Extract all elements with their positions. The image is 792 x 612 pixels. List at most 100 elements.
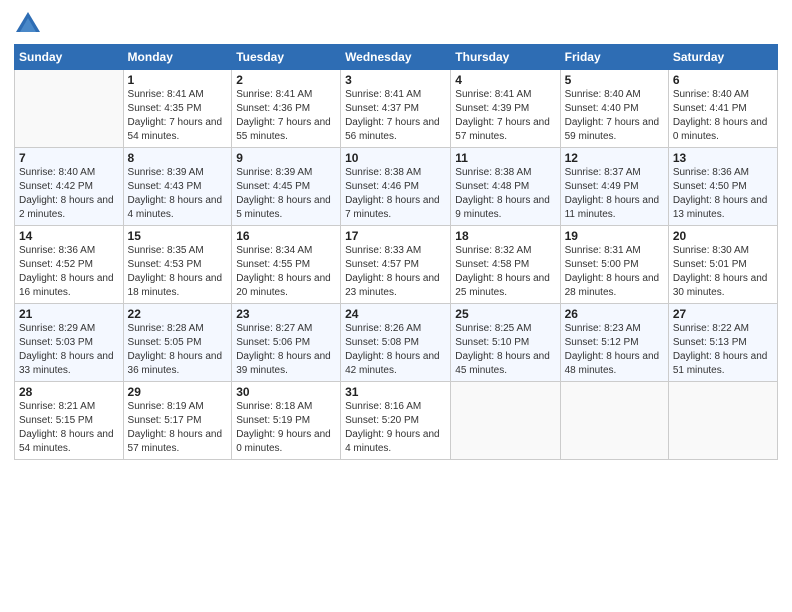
day-info: Sunrise: 8:19 AMSunset: 5:17 PMDaylight:… [128, 400, 228, 456]
calendar-day-header: Sunday [15, 45, 124, 70]
day-info: Sunrise: 8:33 AMSunset: 4:57 PMDaylight:… [345, 244, 446, 300]
day-info: Sunrise: 8:18 AMSunset: 5:19 PMDaylight:… [236, 400, 336, 456]
day-number: 10 [345, 151, 446, 165]
calendar-cell: 7Sunrise: 8:40 AMSunset: 4:42 PMDaylight… [15, 148, 124, 226]
calendar-cell: 26Sunrise: 8:23 AMSunset: 5:12 PMDayligh… [560, 304, 668, 382]
calendar-cell: 12Sunrise: 8:37 AMSunset: 4:49 PMDayligh… [560, 148, 668, 226]
day-info: Sunrise: 8:37 AMSunset: 4:49 PMDaylight:… [565, 166, 664, 222]
calendar-cell: 19Sunrise: 8:31 AMSunset: 5:00 PMDayligh… [560, 226, 668, 304]
calendar-cell: 20Sunrise: 8:30 AMSunset: 5:01 PMDayligh… [668, 226, 777, 304]
calendar-cell: 18Sunrise: 8:32 AMSunset: 4:58 PMDayligh… [451, 226, 560, 304]
calendar-cell [668, 382, 777, 460]
day-number: 11 [455, 151, 555, 165]
calendar-cell: 2Sunrise: 8:41 AMSunset: 4:36 PMDaylight… [232, 70, 341, 148]
calendar-cell: 21Sunrise: 8:29 AMSunset: 5:03 PMDayligh… [15, 304, 124, 382]
calendar-cell [451, 382, 560, 460]
day-info: Sunrise: 8:28 AMSunset: 5:05 PMDaylight:… [128, 322, 228, 378]
day-info: Sunrise: 8:36 AMSunset: 4:52 PMDaylight:… [19, 244, 119, 300]
calendar-cell [15, 70, 124, 148]
day-info: Sunrise: 8:38 AMSunset: 4:48 PMDaylight:… [455, 166, 555, 222]
calendar-day-header: Tuesday [232, 45, 341, 70]
day-number: 13 [673, 151, 773, 165]
calendar-cell: 10Sunrise: 8:38 AMSunset: 4:46 PMDayligh… [341, 148, 451, 226]
day-number: 4 [455, 73, 555, 87]
day-info: Sunrise: 8:16 AMSunset: 5:20 PMDaylight:… [345, 400, 446, 456]
day-number: 26 [565, 307, 664, 321]
day-number: 17 [345, 229, 446, 243]
calendar-cell: 15Sunrise: 8:35 AMSunset: 4:53 PMDayligh… [123, 226, 232, 304]
calendar-week-row: 28Sunrise: 8:21 AMSunset: 5:15 PMDayligh… [15, 382, 778, 460]
calendar-cell: 30Sunrise: 8:18 AMSunset: 5:19 PMDayligh… [232, 382, 341, 460]
calendar-day-header: Saturday [668, 45, 777, 70]
calendar-cell: 31Sunrise: 8:16 AMSunset: 5:20 PMDayligh… [341, 382, 451, 460]
calendar-week-row: 1Sunrise: 8:41 AMSunset: 4:35 PMDaylight… [15, 70, 778, 148]
day-number: 21 [19, 307, 119, 321]
day-number: 22 [128, 307, 228, 321]
day-number: 19 [565, 229, 664, 243]
day-info: Sunrise: 8:29 AMSunset: 5:03 PMDaylight:… [19, 322, 119, 378]
day-number: 7 [19, 151, 119, 165]
day-info: Sunrise: 8:41 AMSunset: 4:37 PMDaylight:… [345, 88, 446, 144]
day-info: Sunrise: 8:35 AMSunset: 4:53 PMDaylight:… [128, 244, 228, 300]
day-info: Sunrise: 8:40 AMSunset: 4:40 PMDaylight:… [565, 88, 664, 144]
day-number: 12 [565, 151, 664, 165]
page-container: SundayMondayTuesdayWednesdayThursdayFrid… [0, 0, 792, 470]
calendar-header-row: SundayMondayTuesdayWednesdayThursdayFrid… [15, 45, 778, 70]
calendar-cell: 17Sunrise: 8:33 AMSunset: 4:57 PMDayligh… [341, 226, 451, 304]
calendar-cell: 11Sunrise: 8:38 AMSunset: 4:48 PMDayligh… [451, 148, 560, 226]
day-number: 23 [236, 307, 336, 321]
day-number: 29 [128, 385, 228, 399]
day-info: Sunrise: 8:34 AMSunset: 4:55 PMDaylight:… [236, 244, 336, 300]
day-info: Sunrise: 8:41 AMSunset: 4:39 PMDaylight:… [455, 88, 555, 144]
day-info: Sunrise: 8:22 AMSunset: 5:13 PMDaylight:… [673, 322, 773, 378]
calendar-week-row: 14Sunrise: 8:36 AMSunset: 4:52 PMDayligh… [15, 226, 778, 304]
day-info: Sunrise: 8:32 AMSunset: 4:58 PMDaylight:… [455, 244, 555, 300]
day-info: Sunrise: 8:39 AMSunset: 4:43 PMDaylight:… [128, 166, 228, 222]
day-info: Sunrise: 8:39 AMSunset: 4:45 PMDaylight:… [236, 166, 336, 222]
calendar-cell: 25Sunrise: 8:25 AMSunset: 5:10 PMDayligh… [451, 304, 560, 382]
calendar-cell: 29Sunrise: 8:19 AMSunset: 5:17 PMDayligh… [123, 382, 232, 460]
day-info: Sunrise: 8:30 AMSunset: 5:01 PMDaylight:… [673, 244, 773, 300]
day-number: 9 [236, 151, 336, 165]
calendar-cell: 4Sunrise: 8:41 AMSunset: 4:39 PMDaylight… [451, 70, 560, 148]
calendar-cell: 8Sunrise: 8:39 AMSunset: 4:43 PMDaylight… [123, 148, 232, 226]
calendar-cell: 27Sunrise: 8:22 AMSunset: 5:13 PMDayligh… [668, 304, 777, 382]
day-number: 5 [565, 73, 664, 87]
calendar-cell: 22Sunrise: 8:28 AMSunset: 5:05 PMDayligh… [123, 304, 232, 382]
calendar-day-header: Wednesday [341, 45, 451, 70]
calendar-cell: 1Sunrise: 8:41 AMSunset: 4:35 PMDaylight… [123, 70, 232, 148]
calendar-cell: 5Sunrise: 8:40 AMSunset: 4:40 PMDaylight… [560, 70, 668, 148]
calendar: SundayMondayTuesdayWednesdayThursdayFrid… [14, 44, 778, 460]
day-number: 20 [673, 229, 773, 243]
calendar-cell: 13Sunrise: 8:36 AMSunset: 4:50 PMDayligh… [668, 148, 777, 226]
calendar-cell: 9Sunrise: 8:39 AMSunset: 4:45 PMDaylight… [232, 148, 341, 226]
calendar-cell: 6Sunrise: 8:40 AMSunset: 4:41 PMDaylight… [668, 70, 777, 148]
day-info: Sunrise: 8:40 AMSunset: 4:42 PMDaylight:… [19, 166, 119, 222]
day-number: 27 [673, 307, 773, 321]
day-number: 3 [345, 73, 446, 87]
calendar-cell: 23Sunrise: 8:27 AMSunset: 5:06 PMDayligh… [232, 304, 341, 382]
header [14, 10, 778, 38]
day-number: 28 [19, 385, 119, 399]
day-info: Sunrise: 8:21 AMSunset: 5:15 PMDaylight:… [19, 400, 119, 456]
calendar-cell: 3Sunrise: 8:41 AMSunset: 4:37 PMDaylight… [341, 70, 451, 148]
day-number: 14 [19, 229, 119, 243]
day-number: 8 [128, 151, 228, 165]
calendar-day-header: Monday [123, 45, 232, 70]
day-info: Sunrise: 8:41 AMSunset: 4:36 PMDaylight:… [236, 88, 336, 144]
day-number: 6 [673, 73, 773, 87]
day-info: Sunrise: 8:38 AMSunset: 4:46 PMDaylight:… [345, 166, 446, 222]
calendar-week-row: 7Sunrise: 8:40 AMSunset: 4:42 PMDaylight… [15, 148, 778, 226]
calendar-cell: 16Sunrise: 8:34 AMSunset: 4:55 PMDayligh… [232, 226, 341, 304]
logo [14, 10, 44, 38]
day-number: 30 [236, 385, 336, 399]
day-info: Sunrise: 8:23 AMSunset: 5:12 PMDaylight:… [565, 322, 664, 378]
day-number: 2 [236, 73, 336, 87]
day-number: 16 [236, 229, 336, 243]
day-info: Sunrise: 8:41 AMSunset: 4:35 PMDaylight:… [128, 88, 228, 144]
calendar-week-row: 21Sunrise: 8:29 AMSunset: 5:03 PMDayligh… [15, 304, 778, 382]
day-info: Sunrise: 8:27 AMSunset: 5:06 PMDaylight:… [236, 322, 336, 378]
day-number: 25 [455, 307, 555, 321]
day-info: Sunrise: 8:40 AMSunset: 4:41 PMDaylight:… [673, 88, 773, 144]
day-number: 31 [345, 385, 446, 399]
